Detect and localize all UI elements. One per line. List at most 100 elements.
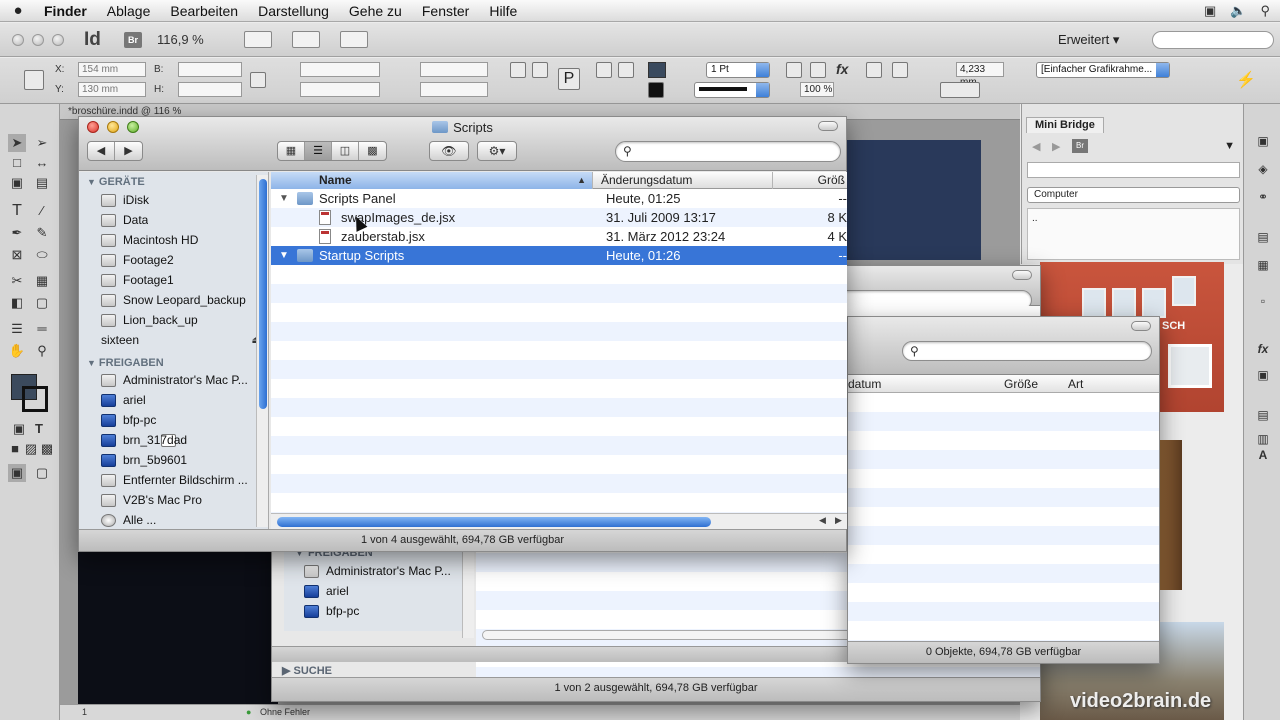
horizontal-scrollbar[interactable]: ◀ ▶ [271, 513, 847, 529]
paragraph-styles-icon[interactable]: ▤ [1254, 406, 1272, 424]
sidebar-item-brn-317dad[interactable]: brn_317dad [101, 430, 261, 450]
text-wrap-icon[interactable] [866, 62, 882, 78]
menu-hilfe[interactable]: Hilfe [479, 3, 527, 19]
bridge-launch-icon[interactable]: Br [1072, 139, 1088, 153]
flip-vertical-icon[interactable] [618, 62, 634, 78]
sidebar-item-footage2[interactable]: Footage2 [101, 250, 261, 270]
drop-shadow-icon[interactable] [786, 62, 802, 78]
stroke-swatch[interactable] [648, 82, 664, 98]
menu-finder[interactable]: Finder [36, 3, 97, 19]
sidebar-item-snow-leopard-backup[interactable]: Snow Leopard_backup [101, 290, 261, 310]
column-size[interactable]: Größe [1004, 377, 1038, 391]
content-placer-icon[interactable]: ▤ [33, 174, 51, 192]
selection-tool-icon[interactable]: ➤ [8, 134, 26, 152]
stroke-panel-icon[interactable]: ▤ [1254, 228, 1272, 246]
rotate-ccw-icon[interactable] [532, 62, 548, 78]
help-search-input[interactable] [1152, 31, 1274, 49]
reference-point-icon[interactable] [24, 70, 44, 90]
lightning-icon[interactable]: ⚡ [1236, 70, 1256, 90]
menu-fenster[interactable]: Fenster [412, 3, 479, 19]
icon-view-button[interactable]: ▦ [278, 142, 305, 160]
sidebar-item[interactable]: bfp-pc [304, 601, 464, 621]
toolbar-toggle-button[interactable] [1012, 270, 1032, 280]
reference-field[interactable]: 4,233 mm [956, 62, 1004, 88]
width-field[interactable] [178, 62, 242, 77]
page-tool-icon[interactable]: □ [8, 154, 26, 172]
line-tool-icon[interactable]: ∕ [33, 202, 51, 220]
scrollbar-thumb[interactable] [277, 517, 711, 527]
time-machine-icon[interactable]: ▣ [1204, 3, 1216, 19]
preflight-status[interactable]: Ohne Fehler [260, 705, 310, 720]
zoom-icon[interactable] [52, 34, 64, 46]
title-bar[interactable]: ⚲ [848, 317, 1159, 375]
sidebar-scrollbar[interactable] [256, 175, 268, 527]
search-input[interactable]: ⚲ [902, 341, 1152, 361]
formatting-container-icon[interactable]: ▣ [10, 420, 28, 438]
file-rows[interactable]: ▼ Scripts Panel Heute, 01:25 -- swapImag… [271, 189, 847, 513]
menu-darstellung[interactable]: Darstellung [248, 3, 339, 19]
stroke-type-select[interactable] [694, 82, 770, 98]
scale-y-field[interactable] [300, 82, 380, 97]
gap-tool-icon[interactable]: ↔ [33, 154, 51, 172]
sidebar-item-bfp-pc[interactable]: bfp-pc [101, 410, 261, 430]
flip-horizontal-icon[interactable] [596, 62, 612, 78]
search-input[interactable]: ⚲ [615, 141, 841, 162]
volume-icon[interactable]: 🔈 [1230, 3, 1246, 19]
apple-menu-icon[interactable]: ● [0, 2, 36, 19]
formatting-text-icon[interactable]: T [30, 420, 48, 438]
spotlight-icon[interactable]: ⚲ [1260, 3, 1270, 19]
scissors-tool-icon[interactable]: ✂ [8, 272, 26, 290]
stroke-color-swatch[interactable] [22, 386, 48, 412]
workspace-switcher[interactable]: Erweitert ▾ [1058, 32, 1119, 48]
preview-view-icon[interactable]: ▢ [33, 464, 51, 482]
measure-tool-icon[interactable]: ═ [33, 320, 51, 338]
swatches-panel-icon[interactable]: ▦ [1254, 256, 1272, 274]
note-tool-icon[interactable]: ☰ [8, 320, 26, 338]
sidebar-item[interactable]: ariel [304, 581, 464, 601]
sidebar-item-v2b-mac-pro[interactable]: V2B's Mac Pro [101, 490, 261, 510]
finder-window-back-1[interactable]: ⚲ datum Größe Art 0 Objekte, 694,78 GB v… [847, 316, 1160, 664]
back-arrow-icon[interactable]: ◀ [1032, 140, 1040, 153]
links-panel-icon[interactable]: ⚭ [1254, 188, 1272, 206]
sidebar-item-data[interactable]: Data [101, 210, 261, 230]
list-item[interactable]: ▼ Scripts Panel Heute, 01:25 -- [271, 189, 847, 208]
column-date[interactable]: Änderungsdatum [593, 172, 773, 189]
toolbar-toggle-button[interactable] [818, 121, 838, 131]
ellipse-tool-icon[interactable]: ⬭ [33, 246, 51, 264]
close-icon[interactable] [12, 34, 24, 46]
sidebar-item-lion-back-up[interactable]: Lion_back_up [101, 310, 261, 330]
quicklook-button[interactable]: 👁 [429, 141, 469, 161]
cc-libraries-icon[interactable]: ▫ [1254, 292, 1272, 310]
coverflow-view-button[interactable]: ▩ [359, 142, 386, 160]
free-transform-tool-icon[interactable]: ▦ [33, 272, 51, 290]
disclosure-triangle-expanded-icon[interactable]: ▼ [279, 189, 289, 208]
zoom-tool-icon[interactable]: ⚲ [33, 342, 51, 360]
finder-window-scripts[interactable]: Scripts ◀ ▶ ▦ ☰ ◫ ▩ 👁 ⚙▾ ⚲ ▼ GERÄTE iDisk… [78, 116, 847, 552]
minimize-icon[interactable] [32, 34, 44, 46]
file-list-area[interactable] [848, 393, 1159, 641]
stroke-weight-select[interactable]: 1 Pt [706, 62, 770, 78]
scroll-right-icon[interactable]: ▶ [835, 515, 842, 526]
forward-arrow-icon[interactable]: ▶ [1052, 140, 1060, 153]
constrain-proportions-icon[interactable] [250, 72, 266, 88]
scale-x-field[interactable] [300, 62, 380, 77]
height-field[interactable] [178, 82, 242, 97]
back-button[interactable]: ◀ [88, 142, 115, 160]
screen-mode-button[interactable] [292, 31, 320, 48]
corner-options-select[interactable] [940, 82, 980, 98]
sidebar-section-suche[interactable]: ▶ SUCHE [282, 664, 332, 677]
shear-field[interactable] [420, 82, 488, 97]
bridge-location-select[interactable]: Computer [1027, 187, 1240, 203]
filter-icon[interactable]: ▼ [1224, 140, 1235, 152]
menu-bearbeiten[interactable]: Bearbeiten [160, 3, 248, 19]
sidebar-item-ariel[interactable]: ariel [101, 390, 261, 410]
page-number-field[interactable]: 1 [82, 705, 87, 720]
column-view-button[interactable]: ◫ [332, 142, 359, 160]
sidebar-item-sixteen[interactable]: sixteen⏏ [101, 330, 261, 447]
apply-gradient-icon[interactable]: ▩ [38, 440, 56, 458]
title-bar[interactable]: Scripts ◀ ▶ ▦ ☰ ◫ ▩ 👁 ⚙▾ ⚲ [79, 117, 846, 171]
object-style-select[interactable]: [Einfacher Grafikrahme... [1036, 62, 1170, 78]
rotate-cw-icon[interactable] [510, 62, 526, 78]
column-size[interactable]: Größ [773, 172, 847, 189]
rectangle-frame-tool-icon[interactable]: ⊠ [8, 246, 26, 264]
